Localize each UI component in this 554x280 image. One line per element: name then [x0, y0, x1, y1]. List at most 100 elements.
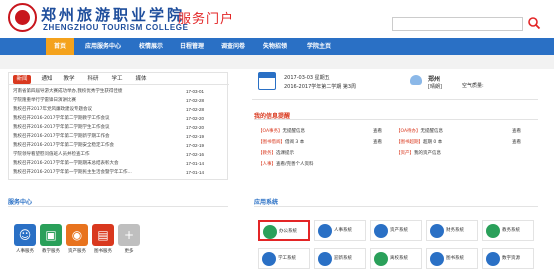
nav-survey[interactable]: 调查问卷: [216, 38, 250, 55]
news-date: 17-02-28: [186, 107, 205, 112]
message-item[interactable]: 【教务】选课提示: [258, 150, 294, 156]
teach-icon: ▣: [45, 228, 57, 242]
news-item[interactable]: 学院领导看望慰问值班人员并检查工作 17-02-16: [13, 151, 225, 159]
teach-service-button[interactable]: ▣: [40, 224, 62, 246]
message-item[interactable]: 【资产】我的资产信息: [396, 150, 441, 156]
news-item[interactable]: 我校召开2016-2017学年第二学期新学期工作会 17-02-19: [13, 133, 225, 141]
portal-title: 服务门户: [178, 12, 235, 27]
message-item[interactable]: 【图书借阅】借阅 3 本: [258, 139, 304, 145]
app-icon: [318, 224, 332, 238]
app-label: 人事系统: [334, 228, 352, 233]
app-system-title: 应用系统: [254, 199, 279, 206]
college-seal-logo: [8, 3, 37, 32]
app-icon: [430, 252, 444, 266]
app-tile[interactable]: 财务系统: [426, 220, 478, 241]
message-text: 无提醒信息: [420, 129, 444, 134]
person-service-button[interactable]: ☺: [14, 224, 36, 246]
message-tag: 【人事】: [258, 162, 276, 167]
view-link[interactable]: 查看: [373, 139, 382, 145]
app-icon: [486, 224, 500, 238]
news-title[interactable]: 我校召开2016-2017学年第一学期民主生活会暨学年工作...: [13, 169, 163, 177]
message-text: 无提醒信息: [282, 129, 306, 134]
app-tile[interactable]: 资产系统: [370, 220, 422, 241]
news-date: 17-02-19: [186, 134, 205, 139]
service-center-title: 服务中心: [8, 199, 33, 206]
app-label: 学工系统: [278, 256, 296, 261]
news-title[interactable]: 我校召开2016-2017学年第二学期教学工作会议: [13, 115, 163, 123]
news-title[interactable]: 我校召开2016-2017学年第二学期安全稳定工作会: [13, 142, 163, 150]
service-label: 资产服务: [68, 249, 86, 254]
news-title[interactable]: 河南省第四届导游大赛成功举办,我校优秀学生获得佳绩: [13, 88, 163, 96]
news-date: 17-02-16: [186, 152, 205, 157]
app-icon: [486, 252, 500, 266]
main-nav: 首页 应用服务中心 校情展示 日程管理 调查问卷 失物招领 学院主页: [0, 38, 554, 55]
message-item[interactable]: 【OA待办】无提醒信息: [396, 128, 443, 134]
news-item[interactable]: 河南省第四届导游大赛成功举办,我校优秀学生获得佳绩 17-03-01: [13, 88, 225, 96]
nav-app-service[interactable]: 应用服务中心: [78, 38, 128, 55]
search-input[interactable]: [392, 17, 523, 31]
tab-notice[interactable]: 通知: [39, 75, 55, 84]
college-name-cn: 郑州旅游职业学院: [41, 6, 186, 24]
view-link[interactable]: 查看: [512, 139, 521, 145]
news-title[interactable]: 学院领导看望慰问值班人员并检查工作: [13, 151, 163, 159]
app-tile[interactable]: 办公系统: [258, 220, 310, 241]
news-item[interactable]: 我校召开2017年党风廉政建设专题会议 17-02-28: [13, 106, 225, 114]
news-panel: 新闻 通知 教学 科研 学工 媒体 河南省第四届导游大赛成功举办,我校优秀学生获…: [8, 72, 229, 180]
calendar-icon: [258, 72, 276, 90]
news-date: 17-03-01: [186, 89, 205, 94]
news-title[interactable]: 学院隆重举行学雷锋日演讲比赛: [13, 97, 163, 105]
app-tile[interactable]: 图书系统: [426, 248, 478, 269]
tab-news[interactable]: 新闻: [13, 75, 31, 84]
app-icon: [263, 225, 277, 239]
nav-campus-info[interactable]: 校情展示: [134, 38, 168, 55]
plus-service-button[interactable]: +: [118, 224, 140, 246]
app-tile[interactable]: 迎新系统: [314, 248, 366, 269]
app-tile[interactable]: 离校系统: [370, 248, 422, 269]
news-item[interactable]: 我校召开2016-2017学年第二学期教学工作会议 17-02-20: [13, 115, 225, 123]
service-label: 图书服务: [94, 249, 112, 254]
news-title[interactable]: 我校召开2017年党风廉政建设专题会议: [13, 106, 163, 114]
tab-student[interactable]: 学工: [109, 75, 125, 84]
nav-college-home[interactable]: 学院主页: [302, 38, 336, 55]
app-icon: [262, 252, 276, 266]
app-tile[interactable]: 教务系统: [482, 220, 534, 241]
app-tile[interactable]: 数字资源: [482, 248, 534, 269]
news-item[interactable]: 我校召开2016-2017学年第一学期民主生活会暨学年工作... 17-01-14: [13, 169, 225, 177]
plus-icon: +: [123, 228, 135, 242]
news-item[interactable]: 我校召开2016-2017学年第二学期安全稳定工作会 17-02-19: [13, 142, 225, 150]
app-tile[interactable]: 人事系统: [314, 220, 366, 241]
service-label: 人事服务: [16, 249, 34, 254]
nav-home[interactable]: 首页: [46, 38, 74, 55]
news-item[interactable]: 我校召开2016-2017学年第二学期学生工作会议 17-02-20: [13, 124, 225, 132]
search-icon[interactable]: [527, 16, 541, 30]
news-item[interactable]: 我校召开2016-2017学年第一学期期末总结表彰大会 17-01-14: [13, 160, 225, 168]
header: 郑州旅游职业学院 ZHENGZHOU TOURISM COLLEGE 服务门户: [0, 0, 554, 38]
news-date: 17-02-28: [186, 98, 205, 103]
nav-lost-found[interactable]: 失物招领: [258, 38, 292, 55]
news-title[interactable]: 我校召开2016-2017学年第一学期期末总结表彰大会: [13, 160, 163, 168]
tab-media[interactable]: 媒体: [133, 75, 149, 84]
nav-schedule[interactable]: 日程管理: [175, 38, 209, 55]
tab-teaching[interactable]: 教学: [61, 75, 77, 84]
message-item[interactable]: 【OA事务】无提醒信息: [258, 128, 305, 134]
news-date: 17-02-20: [186, 116, 205, 121]
book-service-button[interactable]: ▤: [92, 224, 114, 246]
service-label: 教学服务: [42, 249, 60, 254]
message-tag: 【OA待办】: [396, 129, 421, 134]
city: 郑州: [428, 76, 441, 83]
app-tile[interactable]: 学工系统: [258, 248, 310, 269]
app-label: 迎新系统: [334, 256, 352, 261]
news-title[interactable]: 我校召开2016-2017学年第二学期学生工作会议: [13, 124, 163, 132]
message-text: 我的资产信息: [414, 151, 441, 156]
news-title[interactable]: 我校召开2016-2017学年第二学期新学期工作会: [13, 133, 163, 141]
app-icon: [374, 252, 388, 266]
news-item[interactable]: 学院隆重举行学雷锋日演讲比赛 17-02-28: [13, 97, 225, 105]
news-date: 17-01-14: [186, 170, 205, 175]
message-item[interactable]: 【图书超期】超期 0 本: [396, 139, 442, 145]
asset-service-button[interactable]: ◉: [66, 224, 88, 246]
message-item[interactable]: 【人事】查看/完善个人资料: [258, 161, 314, 167]
app-label: 办公系统: [279, 229, 297, 234]
view-link[interactable]: 查看: [512, 128, 521, 134]
tab-research[interactable]: 科研: [85, 75, 101, 84]
view-link[interactable]: 查看: [373, 128, 382, 134]
